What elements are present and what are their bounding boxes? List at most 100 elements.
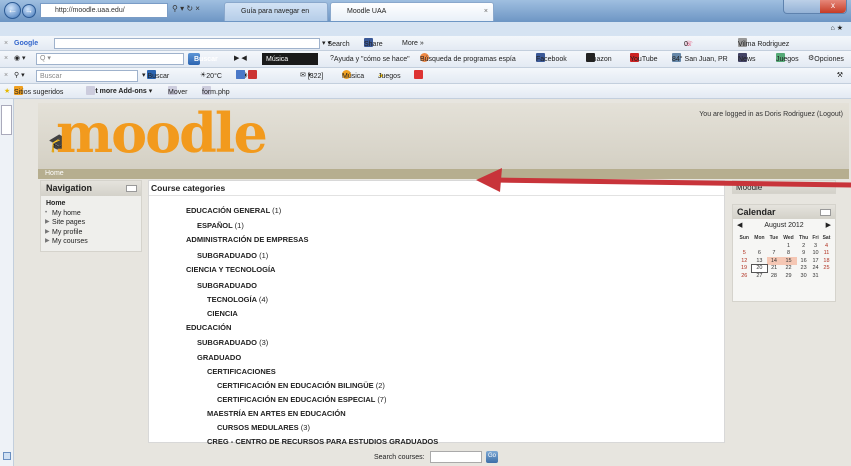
google-more-button[interactable]: More » <box>402 37 424 50</box>
address-bar-icons[interactable]: ⚲ ▾ ↻ × <box>172 4 200 13</box>
nav-home[interactable]: Home <box>46 199 137 209</box>
calendar-day[interactable]: 29 <box>780 272 796 280</box>
mail-counter-link[interactable]: ✉ [322] ▾ <box>300 69 323 82</box>
calendar-day[interactable]: 19 <box>737 265 752 273</box>
favorites-star-icon[interactable]: ★ <box>4 85 10 98</box>
calendar-day[interactable]: 6 <box>752 250 768 258</box>
category-link[interactable]: EDUCACIÓN GENERAL (1) <box>186 206 281 215</box>
calendar-day[interactable]: 8 <box>780 250 796 258</box>
calendar-day[interactable]: 15 <box>780 257 797 265</box>
calendar-day[interactable]: 14 <box>767 257 781 265</box>
google-search-input[interactable] <box>54 38 320 49</box>
calendar-day[interactable]: 16 <box>797 257 811 265</box>
buscar-button[interactable]: Buscar <box>188 53 218 65</box>
facebook-mail-icons[interactable]: ▾ ◉ <box>236 69 257 82</box>
search-courses-input[interactable] <box>430 451 482 463</box>
calendar-day[interactable]: 11 <box>820 250 832 258</box>
category-link[interactable]: CIENCIA <box>207 309 238 318</box>
calendar-day[interactable]: 4 <box>820 242 832 250</box>
calendar-day[interactable]: 10 <box>811 250 821 258</box>
nav-item-my-home[interactable]: • My home <box>45 209 137 219</box>
close-toolbar2-icon[interactable]: × <box>4 52 8 65</box>
google-user-menu[interactable]: Vilma Rodriguez ▾ <box>738 37 789 50</box>
calendar-day[interactable]: 5 <box>737 250 752 258</box>
media-controls-icon[interactable]: ▶ ◀ <box>234 52 247 65</box>
calendar-day[interactable]: 2 <box>797 242 811 250</box>
category-link[interactable]: CURSOS MEDULARES (3) <box>217 423 310 432</box>
category-link[interactable]: SUBGRADUADO <box>197 281 257 290</box>
address-bar[interactable]: http://moodle.uaa.edu/ <box>40 3 168 18</box>
temperature-link[interactable]: ☀ 20°C <box>200 69 222 82</box>
block-toggle-icon[interactable] <box>126 185 137 192</box>
options-link[interactable]: ⚙ Opciones <box>808 52 844 65</box>
close-window-button[interactable]: x <box>820 0 846 13</box>
next-month-icon[interactable]: ▶ <box>826 219 831 232</box>
calendar-day[interactable]: 7 <box>767 250 780 258</box>
games-link[interactable]: Juegos ▾ <box>776 52 799 65</box>
nav-item-my-profile[interactable]: ▶ My profile <box>45 228 137 238</box>
toolbar2-search-input[interactable]: Q ▾ <box>36 53 184 65</box>
category-link[interactable]: CERTIFICACIÓN EN EDUCACIÓN ESPECIAL (7) <box>217 395 386 404</box>
category-link[interactable]: SUBGRADUADO (1) <box>197 251 268 260</box>
category-link[interactable]: ADMINISTRACIÓN DE EMPRESAS <box>186 235 309 244</box>
calendar-day[interactable]: 22 <box>780 265 796 273</box>
calendar-day[interactable]: 13 <box>752 257 768 265</box>
prev-month-icon[interactable]: ◀ <box>737 219 742 232</box>
category-link[interactable]: EDUCACIÓN <box>186 323 231 332</box>
bookmark-suggested[interactable]: Sitios sugeridos ▾ <box>14 85 63 98</box>
tab-moodle-uaa[interactable]: Moodle UAA × <box>330 2 494 21</box>
help-link[interactable]: ? Ayuda y "cómo se hace" <box>330 52 410 65</box>
calendar-day[interactable]: 28 <box>767 272 780 280</box>
search-go-button[interactable]: Go <box>486 451 498 463</box>
category-link[interactable]: SUBGRADUADO (3) <box>197 338 268 347</box>
category-link[interactable]: MAESTRÍA EN ARTES EN EDUCACIÓN <box>207 409 346 418</box>
bookmark-addons[interactable]: Get more Add-ons ▾ <box>86 85 152 98</box>
calendar-day[interactable]: 24 <box>811 265 821 273</box>
logged-in-status[interactable]: You are logged in as Doris Rodriguez (Lo… <box>699 111 843 118</box>
google-search-button[interactable]: ▾ Search ▾ <box>322 37 350 50</box>
back-button[interactable]: ← <box>4 2 21 19</box>
category-link[interactable]: CIENCIA Y TECNOLOGÍA <box>186 265 275 274</box>
toolbar3-buscar-button[interactable]: ▾ Buscar ▾ <box>142 69 169 82</box>
close-toolbar3-icon[interactable]: × <box>4 69 8 82</box>
calendar-grid: Sun Mon Tue Wed Thu Fri Sat 1 2 3 4 5 6 7 8 9 10 11 12 13 1… <box>737 233 833 280</box>
calendar-day[interactable]: 9 <box>797 250 811 258</box>
music-player[interactable]: Música <box>262 53 318 65</box>
calendar-day[interactable]: 30 <box>797 272 811 280</box>
home-star-icons[interactable]: ⌂ ★ <box>831 22 843 35</box>
calendar-day[interactable]: 27 <box>752 272 768 280</box>
calendar-day[interactable]: 21 <box>767 265 780 273</box>
close-tab-icon[interactable]: × <box>484 3 488 21</box>
calendar-month[interactable]: August 2012 <box>764 222 803 229</box>
category-link[interactable]: CERTIFICACIÓN EN EDUCACIÓN BILINGÜE (2) <box>217 381 385 390</box>
calendar-day[interactable]: 26 <box>737 272 752 280</box>
nav-item-my-courses[interactable]: ▶ My courses <box>45 237 137 247</box>
close-toolbar-icon[interactable]: × <box>4 37 8 50</box>
sidebar-bottom-icon[interactable] <box>3 452 11 460</box>
category-link[interactable]: TECNOLOGÍA (4) <box>207 295 268 304</box>
sidebar-toggle-tab[interactable] <box>1 105 12 135</box>
category-link[interactable]: CREG - CENTRO DE RECURSOS PARA ESTUDIOS … <box>207 437 438 446</box>
calendar-day[interactable]: 20 <box>751 264 768 273</box>
calendar-day[interactable]: 25 <box>820 265 832 273</box>
calendar-day[interactable]: 18 <box>820 257 832 265</box>
block-toggle-icon[interactable] <box>820 209 831 216</box>
toolbar-logo-icon[interactable]: ◉ ▾ <box>14 52 26 65</box>
calendar-day[interactable]: 17 <box>811 257 821 265</box>
tab-guia[interactable]: Guía para navegar en Moodle ... <box>224 2 328 33</box>
calendar-day[interactable]: 1 <box>780 242 796 250</box>
category-link[interactable]: GRADUADO <box>197 353 241 362</box>
calendar-day[interactable]: 31 <box>811 272 821 280</box>
nav-item-site-pages[interactable]: ▶ Site pages <box>45 218 137 228</box>
breadcrumb-home[interactable]: Home <box>45 170 64 177</box>
category-link[interactable]: CERTIFICACIONES <box>207 367 276 376</box>
wrench-icon[interactable]: ⚒ <box>837 69 843 82</box>
forward-button[interactable]: → <box>22 4 36 18</box>
calendar-day[interactable]: 3 <box>811 242 821 250</box>
category-link[interactable]: ESPAÑOL (1) <box>197 221 244 230</box>
calendar-day[interactable]: 12 <box>737 257 752 265</box>
toolbar3-search-input[interactable]: Buscar <box>36 70 138 82</box>
calendar-day[interactable]: 23 <box>797 265 811 273</box>
news-link[interactable]: News ▾ <box>738 52 756 65</box>
window-controls[interactable]: x <box>783 0 847 14</box>
